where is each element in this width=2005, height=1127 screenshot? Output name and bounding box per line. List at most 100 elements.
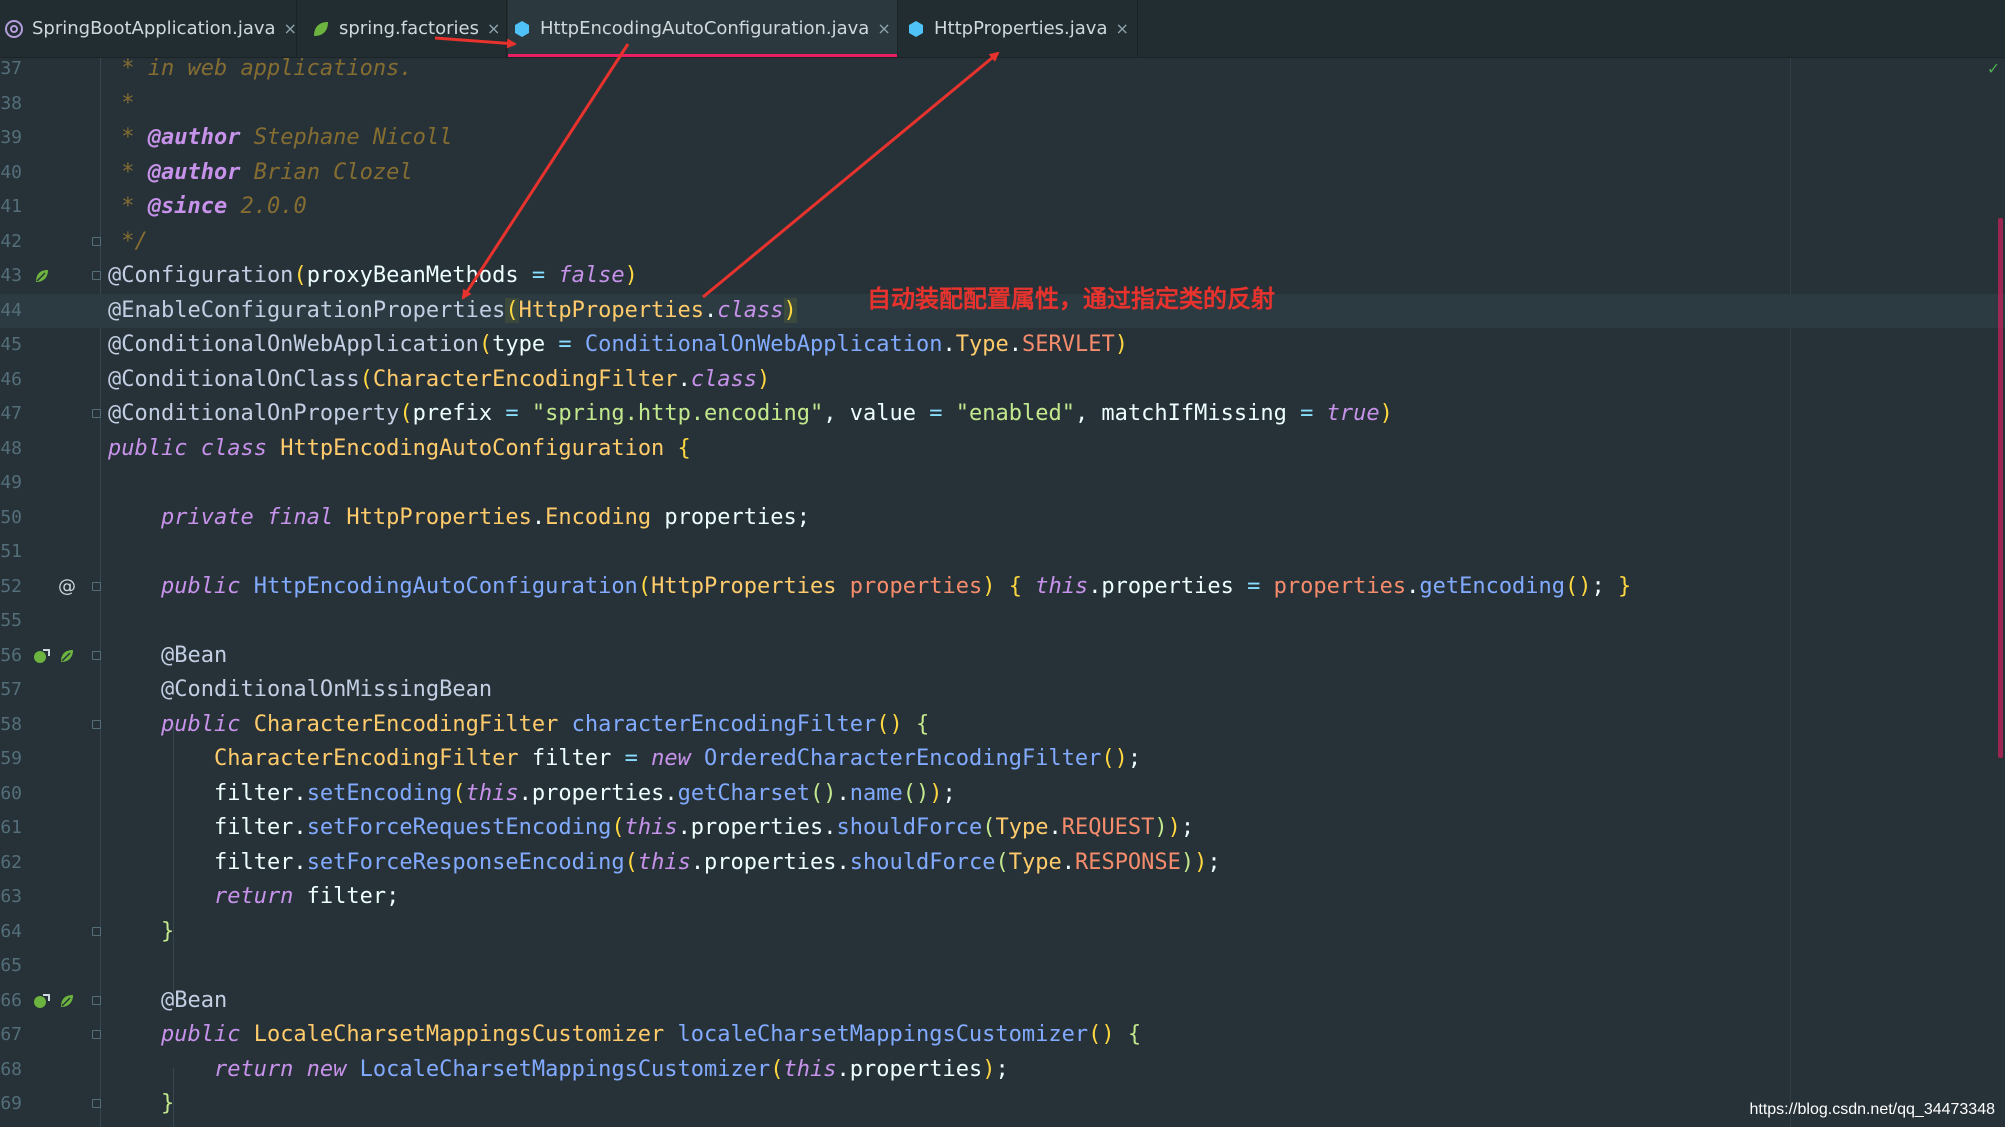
spring-bean-icon[interactable] [57,991,77,1011]
code-line[interactable]: 39 * @author Stephane Nicoll [0,121,2005,156]
code-token: @EnableConfigurationProperties [108,297,506,323]
fold-marker-icon[interactable] [92,995,101,1005]
code-token: Stephane Nicoll [240,125,453,150]
code-token: prefix [412,401,506,426]
code-token: HttpEncodingAutoConfiguration [240,573,638,599]
code-line[interactable]: 40 * @author Brian Clozel [0,156,2005,191]
code-token: private final [108,504,334,530]
code-line[interactable]: 56 @Bean [0,639,2005,674]
close-icon[interactable]: × [487,19,500,38]
code-line[interactable]: 38 * [0,87,2005,122]
code-token: true [1313,401,1380,426]
code-token: */ [108,228,148,254]
code-token: shouldForce [849,849,996,875]
tab-httpencodingautoconfiguration[interactable]: HttpEncodingAutoConfiguration.java × [508,0,898,57]
fold-marker-icon[interactable] [92,650,101,660]
tab-spring-factories[interactable]: spring.factories × [307,0,507,57]
tab-httpproperties[interactable]: HttpProperties.java × [902,0,1138,57]
code-token: ( [452,780,466,806]
line-number: 63 [0,886,22,907]
code-line[interactable]: 58 public CharacterEncodingFilter charac… [0,708,2005,743]
code-token: } [108,918,175,944]
navigate-bean-icon[interactable] [32,646,52,666]
fold-marker-icon[interactable] [92,581,101,591]
fold-marker-icon[interactable] [92,271,101,280]
code-line[interactable]: 49 [0,466,2005,501]
code-token: HttpEncodingAutoConfiguration [266,435,665,461]
code-token: filter; [293,884,400,909]
code-token: @Configuration [108,263,294,288]
code-token: ) [1379,401,1393,426]
code-line[interactable]: 52 @ public HttpEncodingAutoConfiguration… [0,570,2005,605]
java-class-icon [906,19,926,39]
code-token: OrderedCharacterEncodingFilter [690,746,1102,771]
code-line[interactable]: 63 return filter; [0,880,2005,915]
code-line[interactable]: 62 filter.setForceResponseEncoding(this.… [0,846,2005,881]
code-line[interactable]: 50 private final HttpProperties.Encoding… [0,501,2005,536]
fold-marker-icon[interactable] [92,409,101,418]
code-line[interactable]: 64 } [0,915,2005,950]
code-line[interactable]: 66 @Bean [0,984,2005,1019]
line-number: 44 [0,299,22,321]
code-token: public [108,711,241,737]
code-line[interactable]: 45 @ConditionalOnWebApplication(type = Co… [0,328,2005,363]
code-text: return filter; [108,880,399,915]
spring-bean-icon[interactable] [57,646,77,666]
scrollbar-thumb[interactable] [1998,218,2003,758]
code-token: filter. [108,815,307,840]
code-token: ) [1154,815,1168,840]
line-number: 49 [0,472,22,493]
code-token: ( [478,332,493,357]
code-line[interactable]: 67 public LocaleCharsetMappingsCustomize… [0,1018,2005,1053]
line-number: 52 [0,575,22,597]
code-token: Encoding [545,504,652,530]
fold-marker-icon[interactable] [92,1030,101,1039]
code-line[interactable]: 57 @ConditionalOnMissingBean [0,673,2005,708]
close-icon[interactable]: × [1115,19,1128,38]
code-token: @Bean [108,642,228,668]
code-line[interactable]: 46 @ConditionalOnClass(CharacterEncodingF… [0,363,2005,398]
inspection-ok-icon[interactable]: ✓ [1988,58,1999,79]
navigate-bean-icon[interactable] [32,991,52,1011]
code-token: ; [1207,849,1221,875]
code-token: getCharset [677,780,811,806]
code-line[interactable]: 41 * @since 2.0.0 [0,190,2005,225]
code-token: setEncoding [306,780,453,806]
code-text: return new LocaleCharsetMappingsCustomiz… [108,1053,1009,1088]
tab-springbootapplication[interactable]: SpringBootApplication.java × [0,0,297,57]
code-token: @author [147,125,241,150]
code-editor[interactable]: 37 * in web applications. 38 * 39 * @autho… [0,56,2005,1127]
code-line[interactable]: 55 [0,604,2005,639]
code-line[interactable]: 61 filter.setForceRequestEncoding(this.p… [0,811,2005,846]
code-token: filter. [108,780,307,806]
close-icon[interactable]: × [284,19,297,38]
code-line[interactable]: 51 [0,535,2005,570]
code-line[interactable]: 37 * in web applications. [0,52,2005,87]
editor-tab-bar: SpringBootApplication.java × spring.fact… [0,0,2005,58]
code-line[interactable]: 47 @ConditionalOnProperty(prefix = "sprin… [0,397,2005,432]
code-text: public HttpEncodingAutoConfiguration(Htt… [108,570,1631,605]
code-line[interactable]: 60 filter.setEncoding(this.properties.ge… [0,777,2005,812]
code-line[interactable]: 42 */ [0,225,2005,260]
code-token: ( [982,815,996,840]
fold-marker-icon[interactable] [92,236,101,246]
code-text: @Bean [108,984,227,1019]
code-token: ; [995,1056,1009,1082]
code-token: { [664,435,691,461]
spring-bean-icon[interactable] [32,266,52,286]
fold-marker-icon[interactable] [92,719,101,729]
code-line[interactable]: 48 public class HttpEncodingAutoConfigura… [0,432,2005,467]
code-line[interactable]: 69 } [0,1087,2005,1122]
fold-marker-icon[interactable] [92,926,101,936]
code-line[interactable]: 68 return new LocaleCharsetMappingsCusto… [0,1053,2005,1088]
code-line[interactable]: 65 [0,949,2005,984]
fold-marker-icon[interactable] [92,1099,101,1108]
line-number: 42 [0,230,22,252]
code-line[interactable]: 59 CharacterEncodingFilter filter = new … [0,742,2005,777]
annotation-at-icon[interactable]: @ [57,576,77,597]
code-token: proxyBeanMethods [306,263,532,288]
close-icon[interactable]: × [877,19,890,38]
code-token: . [704,297,718,323]
code-text: filter.setEncoding(this.properties.getCh… [108,777,956,812]
code-token: . [942,332,956,357]
